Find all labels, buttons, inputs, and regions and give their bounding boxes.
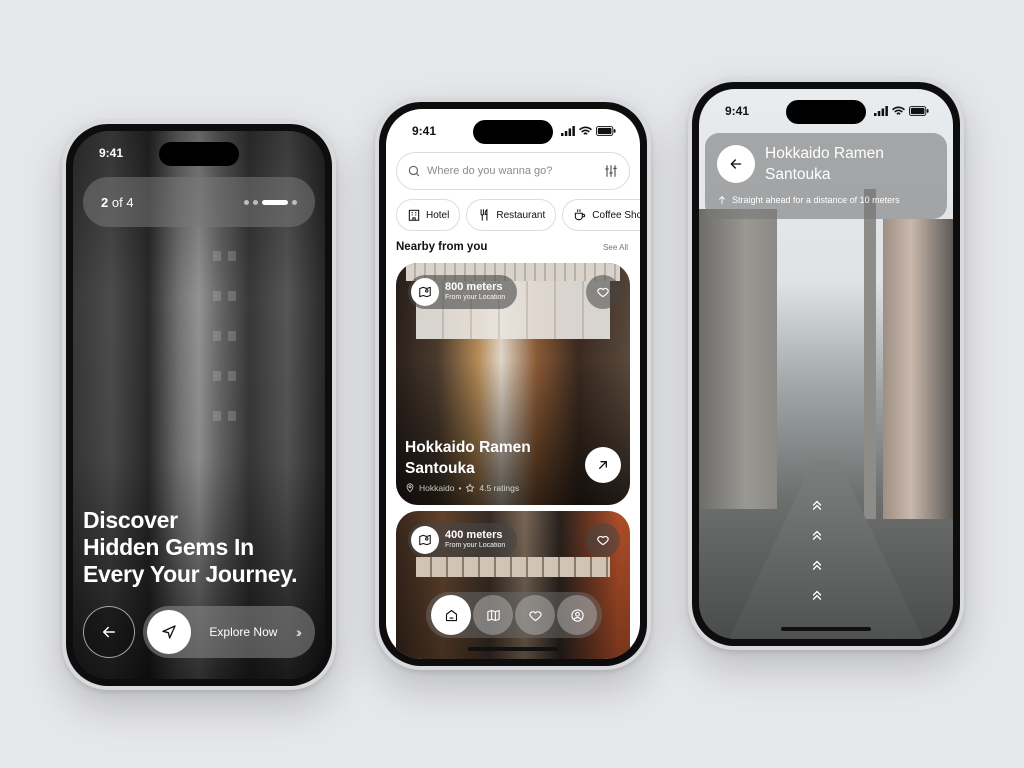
double-chevron-up-icon [812, 590, 822, 600]
distance-sub: From your Location [445, 294, 506, 301]
chip-coffee-shop[interactable]: Coffee Shop [562, 199, 640, 231]
explore-now-button[interactable]: Explore Now › › [143, 606, 315, 658]
navigation-screen: 9:41 Hokkaido Ramen Santouka Straight ah… [699, 89, 953, 639]
double-chevron-right-icon: › › [295, 624, 302, 640]
nav-profile-button[interactable] [557, 595, 597, 635]
map-pin-icon [419, 286, 431, 298]
chip-restaurant[interactable]: Restaurant [466, 199, 557, 231]
explore-screen: 9:41 Hotel Restaurant [386, 109, 640, 659]
map-icon [486, 609, 500, 621]
place-rating: 4.5 ratings [479, 483, 520, 493]
onboarding-screen: 9:41 2 of 4 Discover Hidden Gems In Ever… [73, 131, 325, 679]
nav-favorites-button[interactable] [515, 595, 555, 635]
arrow-up-icon [719, 196, 725, 204]
arrow-up-right-icon [599, 461, 607, 469]
chip-hotel[interactable]: Hotel [396, 199, 461, 231]
distance-value: 400 meters [445, 529, 503, 541]
fork-knife-icon [480, 208, 488, 221]
nearby-section-header: Nearby from you See All [396, 241, 628, 253]
profile-icon [570, 608, 584, 622]
hero-title: Discover Hidden Gems In Every Your Journ… [83, 507, 298, 587]
location-pin-icon [406, 483, 414, 493]
nav-map-button[interactable] [473, 595, 513, 635]
wifi-icon [892, 106, 905, 115]
heart-icon [597, 287, 609, 298]
place-location: Hokkaido [419, 483, 455, 493]
battery-icon [909, 106, 929, 116]
see-all-link[interactable]: See All [603, 243, 628, 252]
distance-pill: 400 meters From your Location [408, 523, 518, 557]
nav-home-button[interactable] [431, 595, 471, 635]
double-chevron-up-icon [812, 500, 822, 510]
distance-sub: From your Location [445, 542, 506, 549]
coffee-cup-icon [575, 209, 586, 221]
search-input[interactable] [427, 165, 597, 177]
place-card[interactable]: 800 meters From your Location Hokkaido R… [396, 263, 630, 505]
favorite-button[interactable] [586, 275, 620, 309]
map-pin-icon [419, 534, 431, 546]
category-chips: Hotel Restaurant Coffee Shop [396, 199, 640, 231]
status-icons [561, 126, 616, 136]
destination-title: Hokkaido Ramen Santouka [765, 145, 884, 183]
path-chevrons [807, 497, 827, 603]
favorite-button[interactable] [586, 523, 620, 557]
home-indicator [468, 647, 558, 651]
double-chevron-up-icon [812, 530, 822, 540]
signal-icon [874, 106, 888, 116]
arrow-left-icon [730, 159, 742, 169]
home-indicator [781, 627, 871, 631]
status-time: 9:41 [725, 104, 750, 118]
status-time: 9:41 [99, 146, 124, 160]
place-title: Hokkaido Ramen Santouka [405, 439, 531, 477]
back-button[interactable] [717, 145, 755, 183]
onboarding-pager: 2 of 4 [83, 177, 315, 227]
distance-value: 800 meters [445, 281, 503, 293]
building-icon [408, 209, 420, 221]
dynamic-island [473, 120, 553, 144]
phone-onboarding: 9:41 2 of 4 Discover Hidden Gems In Ever… [62, 120, 336, 690]
open-place-button[interactable] [585, 447, 621, 483]
heart-icon [597, 535, 609, 546]
wifi-icon [579, 126, 592, 135]
signal-icon [561, 126, 575, 136]
phone-explore: 9:41 Hotel Restaurant [375, 98, 651, 670]
explore-now-label: Explore Now [209, 625, 278, 639]
direction-instruction: Straight ahead for a distance of 10 mete… [717, 195, 935, 205]
pager-dots[interactable] [244, 199, 297, 205]
navigation-arrow-icon [162, 625, 176, 639]
pager-count: 2 of 4 [101, 194, 134, 210]
navigation-knob[interactable] [147, 610, 191, 654]
status-icons [874, 106, 929, 116]
distance-pill: 800 meters From your Location [408, 275, 518, 309]
status-time: 9:41 [412, 124, 437, 138]
phone-navigation: 9:41 Hokkaido Ramen Santouka Straight ah… [688, 78, 964, 650]
onboarding-controls: Explore Now › › [83, 606, 315, 658]
filter-sliders-icon[interactable] [603, 163, 619, 179]
nearby-title: Nearby from you [396, 241, 488, 253]
dynamic-island [786, 100, 866, 124]
heart-icon [528, 610, 542, 621]
double-chevron-up-icon [812, 560, 822, 570]
search-icon [408, 165, 420, 177]
bottom-navigation [426, 592, 602, 638]
back-button[interactable] [83, 606, 135, 658]
direction-card: Hokkaido Ramen Santouka Straight ahead f… [705, 133, 947, 219]
star-icon [466, 483, 475, 492]
battery-icon [596, 126, 616, 136]
dynamic-island [159, 142, 239, 166]
home-icon [445, 609, 457, 621]
search-bar[interactable] [396, 152, 630, 190]
place-meta: Hokkaido • 4.5 ratings [405, 483, 519, 493]
arrow-left-icon [103, 626, 115, 638]
